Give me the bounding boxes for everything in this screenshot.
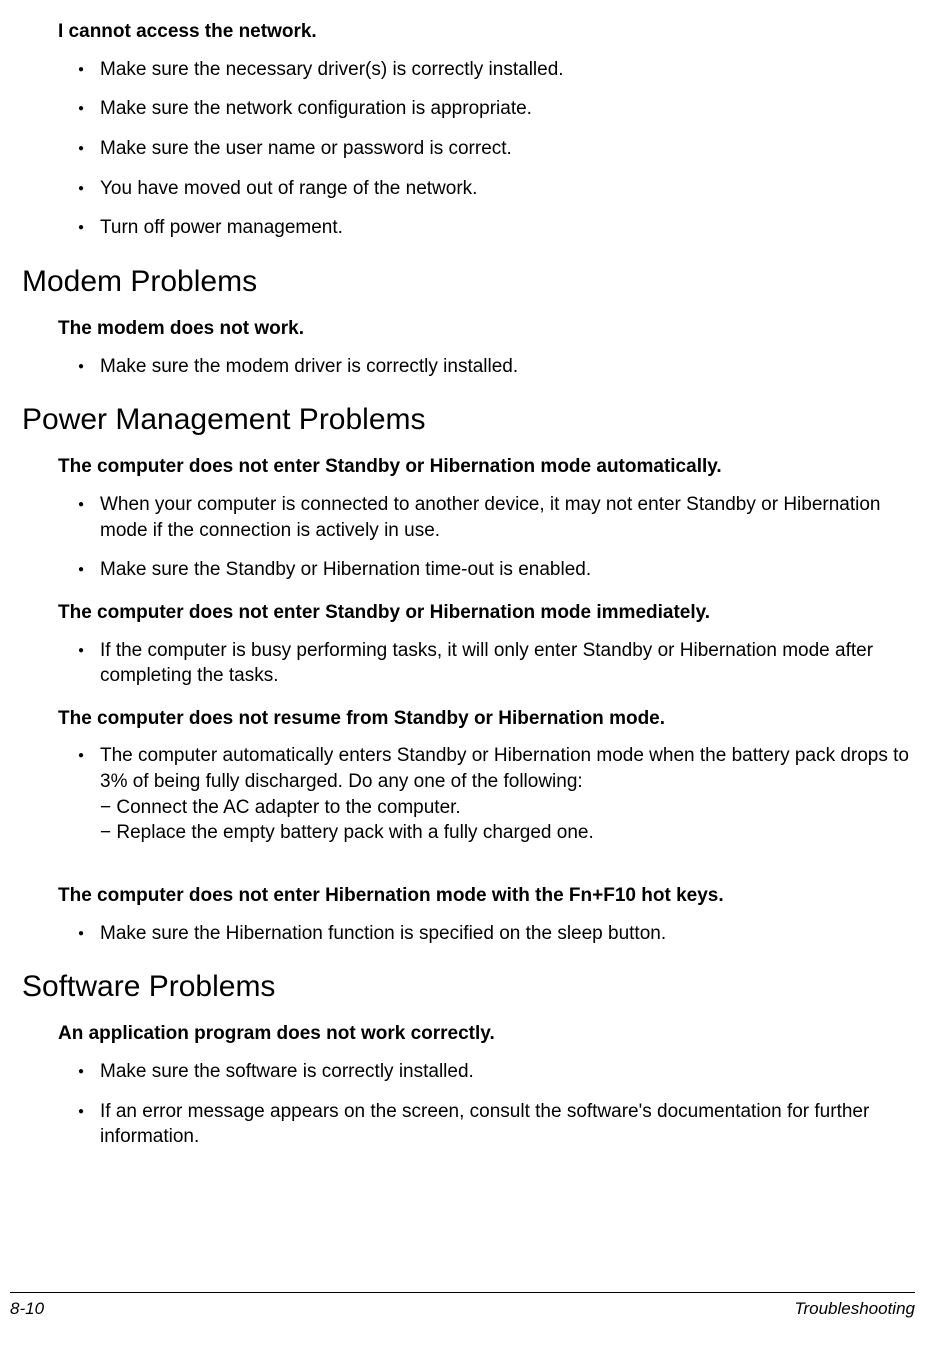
problem-title: I cannot access the network. (58, 20, 915, 45)
page-content: I cannot access the network. Make sure t… (0, 0, 945, 1150)
list-item: The computer automatically enters Standb… (78, 743, 915, 846)
list-item: Make sure the user name or password is c… (78, 136, 915, 162)
list-item: Make sure the software is correctly inst… (78, 1059, 915, 1085)
page-number: 8-10 (10, 1299, 44, 1319)
list-item: If an error message appears on the scree… (78, 1099, 915, 1150)
list-item: Turn off power management. (78, 215, 915, 241)
list-item: Make sure the necessary driver(s) is cor… (78, 57, 915, 83)
problem-title: An application program does not work cor… (58, 1022, 915, 1047)
problem-title: The computer does not enter Standby or H… (58, 455, 915, 480)
section-heading: Software Problems (22, 970, 915, 1004)
problem-title: The computer does not resume from Standb… (58, 707, 915, 732)
sub-item: − Replace the empty battery pack with a … (100, 820, 915, 846)
page-footer: 8-10 Troubleshooting (10, 1292, 915, 1319)
bullet-list: Make sure the Hibernation function is sp… (58, 921, 915, 947)
list-item: When your computer is connected to anoth… (78, 492, 915, 543)
bullet-list: If the computer is busy performing tasks… (58, 638, 915, 689)
problem-title: The computer does not enter Standby or H… (58, 601, 915, 626)
problem-title: The modem does not work. (58, 317, 915, 342)
bullet-list: The computer automatically enters Standb… (58, 743, 915, 846)
sub-item: − Connect the AC adapter to the computer… (100, 795, 915, 821)
list-item-text: The computer automatically enters Standb… (100, 745, 909, 792)
bullet-list: Make sure the modem driver is correctly … (58, 354, 915, 380)
list-item: Make sure the Hibernation function is sp… (78, 921, 915, 947)
bullet-list: Make sure the necessary driver(s) is cor… (58, 57, 915, 241)
list-item: Make sure the network configuration is a… (78, 96, 915, 122)
footer-title: Troubleshooting (794, 1299, 915, 1319)
bullet-list: Make sure the software is correctly inst… (58, 1059, 915, 1150)
section-heading: Modem Problems (22, 265, 915, 299)
section-heading: Power Management Problems (22, 403, 915, 437)
list-item: If the computer is busy performing tasks… (78, 638, 915, 689)
bullet-list: When your computer is connected to anoth… (58, 492, 915, 583)
problem-title: The computer does not enter Hibernation … (58, 884, 915, 909)
list-item: Make sure the Standby or Hibernation tim… (78, 557, 915, 583)
list-item: You have moved out of range of the netwo… (78, 176, 915, 202)
list-item: Make sure the modem driver is correctly … (78, 354, 915, 380)
